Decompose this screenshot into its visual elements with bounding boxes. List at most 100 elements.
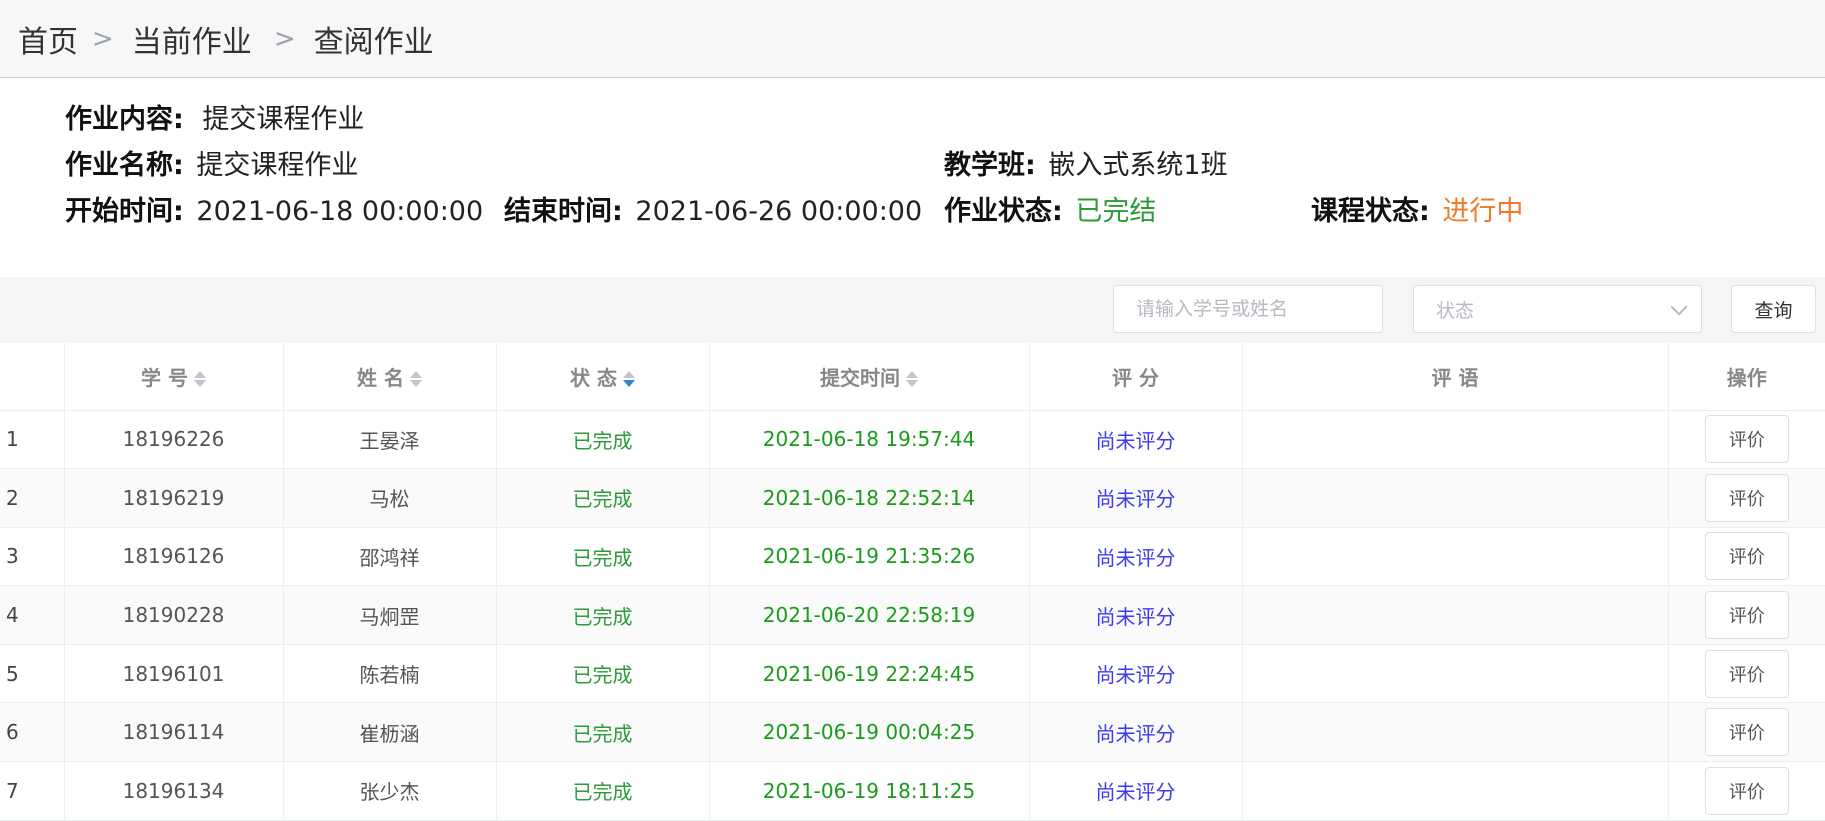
header-comment-label: 评 语 [1431, 365, 1479, 390]
row-action: 评价 [1668, 527, 1825, 587]
row-comment [1242, 468, 1669, 528]
header-name[interactable]: 姓 名 [283, 343, 497, 411]
evaluate-button[interactable]: 评价 [1704, 766, 1789, 815]
row-score: 尚未评分 [1029, 527, 1243, 587]
row-score: 尚未评分 [1029, 410, 1243, 470]
row-action: 评价 [1668, 410, 1825, 470]
homework-content-label: 作业内容: [65, 104, 184, 135]
sort-icon[interactable] [193, 370, 206, 388]
sort-desc-icon[interactable] [622, 370, 635, 388]
breadcrumb-current-homework[interactable]: 当前作业 [132, 17, 252, 61]
row-status: 已完成 [496, 410, 710, 470]
homework-status-label: 作业状态: [944, 196, 1063, 227]
row-student-id: 18196114 [64, 702, 284, 763]
evaluate-button[interactable]: 评价 [1704, 415, 1789, 464]
table-row: 5 18196101 陈若楠 已完成 2021-06-19 22:24:45 尚… [0, 644, 1825, 704]
teaching-class: 教学班: 嵌入式系统1班 [944, 143, 1228, 182]
header-submit-time-label: 提交时间 [820, 365, 900, 390]
row-student-id: 18196219 [64, 468, 284, 528]
header-score: 评 分 [1029, 343, 1243, 411]
homework-content: 作业内容: 提交课程作业 [65, 97, 364, 136]
homework-info-panel: 作业内容: 提交课程作业 作业名称: 提交课程作业 教学班: 嵌入式系统1班 开… [0, 79, 1825, 277]
row-submit-time: 2021-06-18 19:57:44 [709, 410, 1030, 470]
status-select[interactable]: 状态 [1413, 285, 1702, 333]
row-index: 2 [0, 468, 65, 528]
row-name: 张少杰 [283, 761, 497, 821]
row-submit-time: 2021-06-19 00:04:25 [709, 702, 1030, 763]
sort-icon[interactable] [409, 370, 422, 388]
table-row: 2 18196219 马松 已完成 2021-06-18 22:52:14 尚未… [0, 468, 1825, 528]
row-status: 已完成 [496, 761, 710, 821]
header-score-label: 评 分 [1112, 365, 1159, 390]
row-submit-time: 2021-06-20 22:58:19 [709, 585, 1030, 645]
row-submit-time: 2021-06-19 18:11:25 [709, 761, 1030, 821]
row-submit-time: 2021-06-18 22:52:14 [709, 468, 1030, 528]
breadcrumb-review-homework: 查阅作业 [313, 24, 434, 60]
table-header-row: 学 号 姓 名 状 态 提交时间 评 分 评 语 操作 [0, 343, 1825, 411]
teaching-class-value: 嵌入式系统1班 [1048, 150, 1228, 181]
row-status: 已完成 [496, 702, 710, 763]
submissions-table: 学 号 姓 名 状 态 提交时间 评 分 评 语 操作 1 18196226 王… [0, 343, 1825, 821]
row-submit-time: 2021-06-19 21:35:26 [709, 527, 1030, 587]
start-time-value: 2021-06-18 00:00:00 [196, 196, 484, 227]
table-row: 1 18196226 王晏泽 已完成 2021-06-18 19:57:44 尚… [0, 410, 1825, 470]
sort-icon[interactable] [906, 370, 918, 388]
table-row: 7 18196134 张少杰 已完成 2021-06-19 18:11:25 尚… [0, 761, 1825, 821]
breadcrumb-separator: > [273, 23, 296, 54]
evaluate-button[interactable]: 评价 [1704, 591, 1789, 640]
row-score: 尚未评分 [1029, 468, 1243, 528]
homework-status-value: 已完结 [1075, 196, 1157, 227]
row-score: 尚未评分 [1029, 702, 1243, 763]
row-student-id: 18196126 [64, 527, 284, 587]
table-row: 6 18196114 崔枥涵 已完成 2021-06-19 00:04:25 尚… [0, 702, 1825, 763]
row-action: 评价 [1668, 585, 1825, 645]
header-submit-time[interactable]: 提交时间 [709, 343, 1030, 411]
course-status-value: 进行中 [1442, 196, 1524, 227]
row-comment [1242, 702, 1669, 763]
header-name-label: 姓 名 [357, 365, 404, 390]
header-status[interactable]: 状 态 [496, 343, 710, 411]
search-input[interactable] [1113, 285, 1383, 333]
start-time-label: 开始时间: [65, 196, 184, 227]
filter-toolbar: 状态 查询 [0, 277, 1825, 343]
homework-name: 作业名称: 提交课程作业 [65, 143, 358, 182]
header-action: 操作 [1668, 343, 1825, 411]
evaluate-button[interactable]: 评价 [1704, 532, 1789, 581]
header-status-label: 状 态 [570, 365, 617, 390]
homework-content-value: 提交课程作业 [202, 104, 365, 135]
row-action: 评价 [1668, 468, 1825, 528]
row-name: 崔枥涵 [283, 702, 497, 763]
homework-status: 作业状态: 已完结 [944, 189, 1156, 228]
header-student-id-label: 学 号 [141, 365, 188, 390]
row-score: 尚未评分 [1029, 585, 1243, 645]
course-status-label: 课程状态: [1311, 196, 1430, 227]
evaluate-button[interactable]: 评价 [1704, 473, 1789, 522]
row-comment [1242, 761, 1669, 821]
homework-name-value: 提交课程作业 [196, 150, 359, 181]
row-submit-time: 2021-06-19 22:24:45 [709, 644, 1030, 704]
breadcrumb-separator: > [92, 23, 114, 54]
header-action-label: 操作 [1726, 365, 1767, 390]
evaluate-button[interactable]: 评价 [1704, 708, 1789, 757]
row-index: 4 [0, 585, 65, 645]
breadcrumb-home[interactable]: 首页 [18, 17, 78, 61]
header-student-id[interactable]: 学 号 [64, 343, 284, 411]
query-button[interactable]: 查询 [1731, 285, 1816, 333]
row-name: 王晏泽 [283, 410, 497, 470]
row-score: 尚未评分 [1029, 761, 1243, 821]
end-time-label: 结束时间: [504, 196, 623, 227]
header-comment: 评 语 [1242, 343, 1669, 411]
table-row: 4 18190228 马炯罡 已完成 2021-06-20 22:58:19 尚… [0, 585, 1825, 645]
breadcrumb: 首页 > 当前作业 > 查阅作业 [0, 0, 1825, 78]
row-index: 5 [0, 644, 65, 704]
row-comment [1242, 410, 1669, 470]
row-name: 邵鸿祥 [283, 527, 497, 587]
row-index: 6 [0, 702, 65, 763]
row-status: 已完成 [496, 527, 710, 587]
row-status: 已完成 [496, 585, 710, 645]
evaluate-button[interactable]: 评价 [1704, 649, 1789, 698]
status-select-placeholder: 状态 [1436, 299, 1475, 322]
homework-name-label: 作业名称: [65, 150, 184, 181]
row-status: 已完成 [496, 644, 710, 704]
teaching-class-label: 教学班: [944, 150, 1036, 181]
